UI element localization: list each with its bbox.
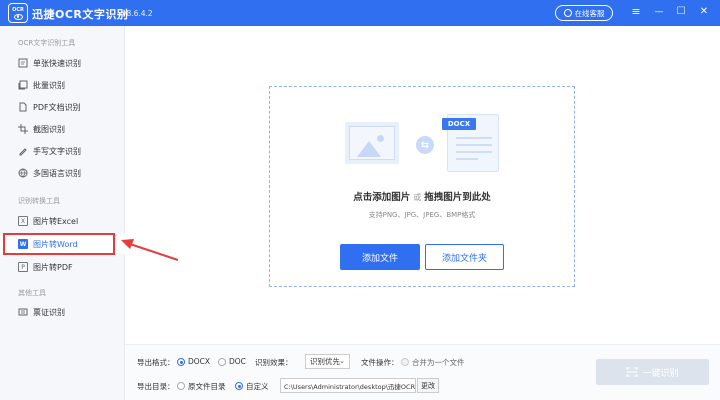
sidebar-item-image-to-pdf[interactable]: P 图片转PDF xyxy=(0,257,125,277)
crop-icon xyxy=(18,124,28,134)
online-service-label: 在线客服 xyxy=(574,8,605,18)
section-label-other-tools: 其他工具 xyxy=(18,289,46,297)
sidebar-item-image-to-excel[interactable]: X 图片转Excel xyxy=(0,211,125,231)
recognition-effect-label: 识别效果： xyxy=(255,358,293,367)
export-path-input[interactable]: C:\Users\Administrator\desktop\迅捷OCR xyxy=(280,378,416,393)
minimize-icon[interactable]: — xyxy=(652,5,666,19)
logo-text: OCR xyxy=(12,6,24,13)
recognition-effect-value: 识别优先 xyxy=(310,357,340,366)
sidebar-item-label: 票证识别 xyxy=(33,307,65,317)
one-key-recognize-button[interactable]: 一键识别 xyxy=(596,359,709,385)
scan-icon xyxy=(626,367,638,377)
drop-title-click: 点击添加图片 xyxy=(353,192,411,203)
drop-title-drag: 拖拽图片到此处 xyxy=(424,192,491,203)
sidebar-item-label: 多国语言识别 xyxy=(33,168,81,178)
menu-icon[interactable]: ≡ xyxy=(629,5,643,19)
drop-zone[interactable] xyxy=(269,86,575,287)
user-icon xyxy=(563,9,572,17)
supported-formats: 支持PNG、JPG、JPEG、BMP格式 xyxy=(368,211,476,219)
sidebar-item-handwriting[interactable]: 手写文字识别 xyxy=(0,141,125,161)
batch-icon xyxy=(18,80,28,90)
merge-file-label: 合并为一个文件 xyxy=(412,358,465,367)
recognition-effect-select[interactable]: 识别优先 ⌄ xyxy=(305,354,350,369)
title-bar: OCR 迅捷OCR文字识别 v8.6.4.2 在线客服 ≡ — ☐ ✕ xyxy=(0,0,720,26)
add-file-button[interactable]: 添加文件 xyxy=(340,244,420,270)
excel-icon: X xyxy=(18,216,28,226)
radio-merge-file[interactable] xyxy=(401,358,409,366)
single-image-icon xyxy=(18,58,28,68)
add-folder-button[interactable]: 添加文件夹 xyxy=(425,244,504,270)
export-dir-label: 导出目录： xyxy=(137,382,175,391)
app-title: 迅捷OCR文字识别 xyxy=(32,8,129,21)
dir-original-label: 原文件目录 xyxy=(188,382,226,391)
sidebar-item-batch[interactable]: 批量识别 xyxy=(0,75,125,95)
red-arrow-icon xyxy=(121,239,179,261)
sidebar-item-label: 单张快速识别 xyxy=(33,58,81,68)
format-doc-label: DOC xyxy=(229,357,246,366)
eye-icon xyxy=(13,13,23,20)
app-version: v8.6.4.2 xyxy=(122,9,153,18)
sidebar-item-label: 截图识别 xyxy=(33,124,65,134)
format-docx-label: DOCX xyxy=(188,357,211,366)
sidebar-item-label: 批量识别 xyxy=(33,80,65,90)
sidebar-item-label: 图片转PDF xyxy=(33,262,73,272)
handwrite-icon xyxy=(18,146,28,156)
chevron-down-icon: ⌄ xyxy=(339,357,345,365)
section-label-conversion-tools: 识别转换工具 xyxy=(18,197,60,205)
sidebar-item-label: 手写文字识别 xyxy=(33,146,81,156)
sidebar-item-multilanguage[interactable]: 多国语言识别 xyxy=(0,163,125,183)
sidebar-item-ticket[interactable]: 票证识别 xyxy=(0,302,125,322)
radio-format-docx[interactable] xyxy=(177,358,185,366)
sidebar-item-screenshot[interactable]: 截图识别 xyxy=(0,119,125,139)
radio-dir-custom[interactable] xyxy=(235,382,243,390)
export-format-label: 导出格式： xyxy=(137,358,175,367)
dir-custom-label: 自定义 xyxy=(246,382,269,391)
drop-title: 点击添加图片或拖拽图片到此处 xyxy=(269,189,575,203)
pdf-doc-icon xyxy=(18,102,28,112)
change-dir-button[interactable]: 更改 xyxy=(417,378,439,393)
close-icon[interactable]: ✕ xyxy=(697,5,711,19)
sidebar-item-label: PDF文档识别 xyxy=(33,102,81,112)
convert-arrows-icon: ⇆ xyxy=(416,136,434,154)
sidebar-item-label: 图片转Excel xyxy=(33,216,79,226)
app-logo: OCR xyxy=(8,3,28,23)
maximize-icon[interactable]: ☐ xyxy=(674,5,688,19)
radio-dir-original[interactable] xyxy=(177,382,185,390)
file-ops-label: 文件操作： xyxy=(361,358,399,367)
globe-icon xyxy=(18,168,28,178)
docx-tag: DOCX xyxy=(442,118,476,130)
ticket-icon xyxy=(18,307,28,317)
sidebar-item-pdf[interactable]: PDF文档识别 xyxy=(0,97,125,117)
drop-title-or: 或 xyxy=(413,193,422,202)
pdf-icon: P xyxy=(18,262,28,272)
radio-format-doc[interactable] xyxy=(218,358,226,366)
highlight-frame xyxy=(3,233,115,255)
image-illustration-icon xyxy=(345,122,399,164)
one-key-recognize-label: 一键识别 xyxy=(642,368,679,379)
sidebar-item-single-recognition[interactable]: 单张快速识别 xyxy=(0,53,125,73)
online-service-button[interactable]: 在线客服 xyxy=(555,5,613,21)
section-label-ocr-tools: OCR文字识别工具 xyxy=(18,39,76,47)
